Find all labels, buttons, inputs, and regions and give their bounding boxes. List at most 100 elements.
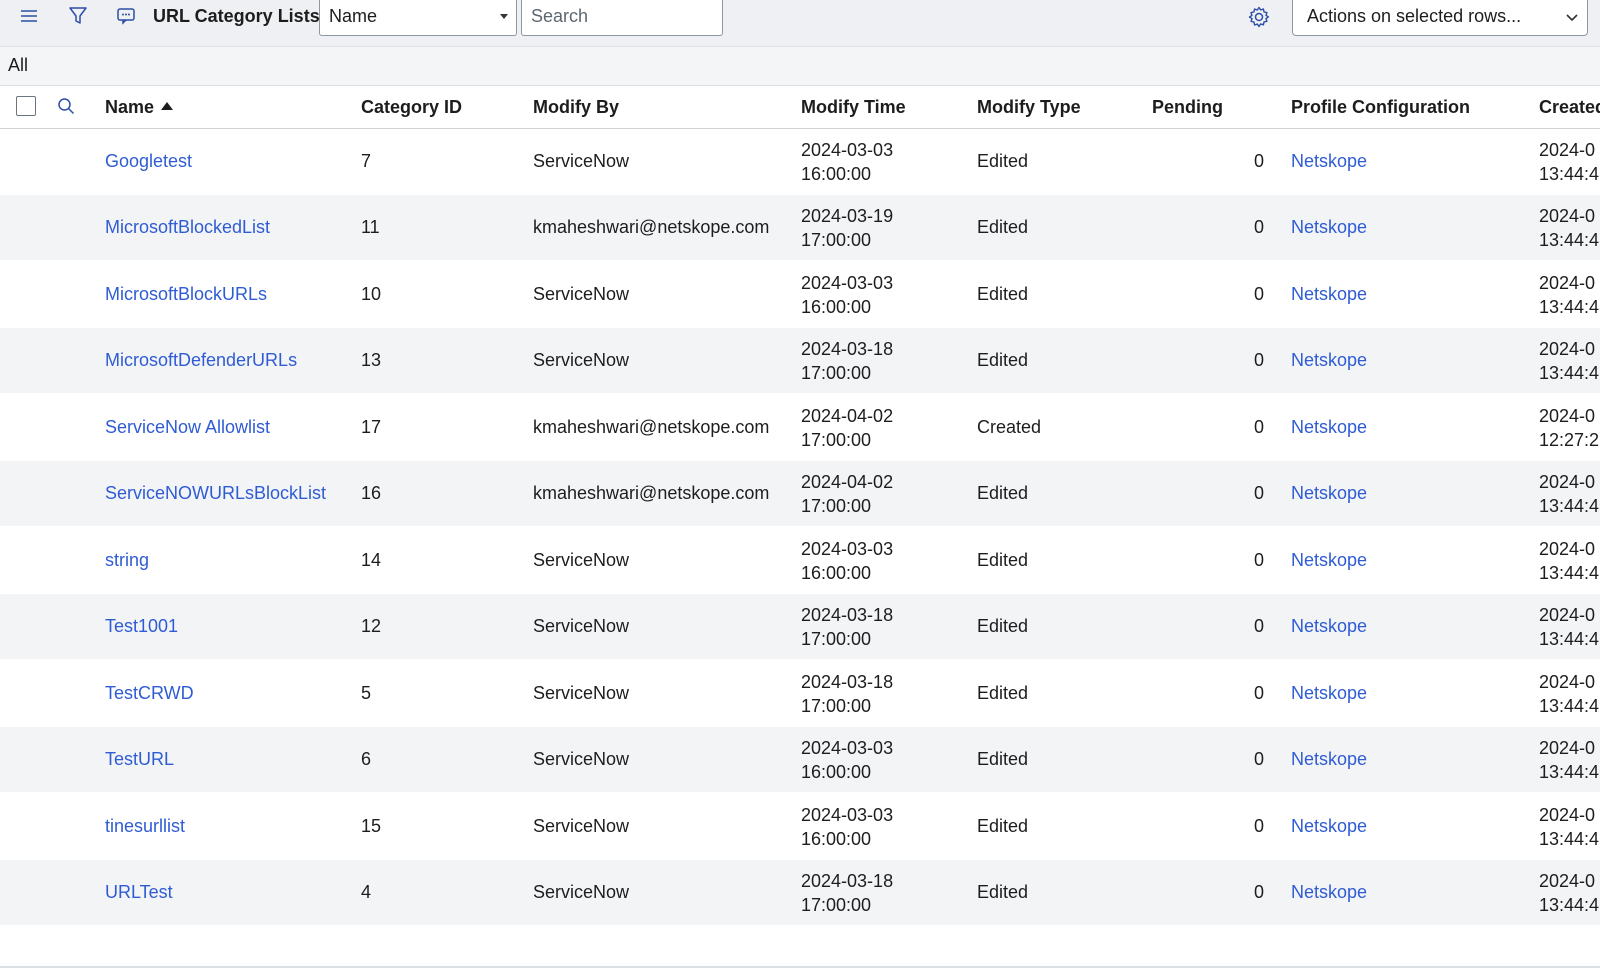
cell-pending: 0 bbox=[1253, 882, 1264, 902]
cell-modify-type: Edited bbox=[977, 283, 1029, 304]
cell-created-time: 13:44:4 bbox=[1539, 562, 1600, 583]
cell-modify-type: Created bbox=[977, 416, 1042, 437]
cell-name-link[interactable]: ServiceNow Allowlist bbox=[105, 417, 270, 438]
column-header-modify-time[interactable]: Modify Time bbox=[801, 97, 906, 118]
cell-name-link[interactable]: Test1001 bbox=[105, 616, 178, 637]
search-input[interactable]: Search bbox=[521, 0, 723, 36]
column-header-name[interactable]: Name bbox=[105, 97, 174, 118]
cell-name-link[interactable]: MicrosoftDefenderURLs bbox=[105, 350, 297, 371]
sort-ascending-icon bbox=[161, 102, 174, 110]
list-toolbar: URL Category Lists Name Search Actions o… bbox=[0, 0, 1600, 47]
cell-category-id: 6 bbox=[361, 749, 372, 769]
cell-created-time: 13:44:4 bbox=[1539, 762, 1600, 782]
cell-modify-time-date: 2024-03-18 bbox=[801, 871, 894, 891]
table-row[interactable]: TestCRWD 5 ServiceNow 2024-03-18 17:00:00 Edi… bbox=[0, 661, 1600, 726]
cell-name-link[interactable]: Googletest bbox=[105, 151, 192, 172]
table-row[interactable]: MicrosoftBlockedList 11 kmaheshwari@netsko… bbox=[0, 195, 1600, 260]
column-header-modify-type[interactable]: Modify Type bbox=[977, 97, 1081, 118]
cell-created-date: 2024-0 bbox=[1539, 804, 1596, 825]
table-row[interactable]: string 14 ServiceNow 2024-03-03 16:00:00 Edit… bbox=[0, 528, 1600, 593]
cell-name-link[interactable]: string bbox=[105, 550, 149, 571]
cell-created-date: 2024-0 bbox=[1539, 605, 1596, 625]
column-header-name-label: Name bbox=[105, 97, 155, 117]
cell-created-time: 13:44:4 bbox=[1539, 828, 1600, 849]
search-field-select[interactable]: Name bbox=[319, 0, 517, 36]
column-header-pending[interactable]: Pending bbox=[1152, 97, 1223, 118]
cell-modify-time-clock: 17:00:00 bbox=[801, 363, 872, 383]
hamburger-menu-icon[interactable] bbox=[17, 4, 41, 28]
table-row[interactable]: ServiceNOWURLsBlockList 16 kmaheshwari@net… bbox=[0, 461, 1600, 526]
cell-profile-link[interactable]: Netskope bbox=[1291, 483, 1367, 504]
table-row[interactable]: URLTest 4 ServiceNow 2024-03-18 17:00:00 Edit… bbox=[0, 860, 1600, 925]
cell-modify-by: ServiceNow bbox=[533, 749, 630, 769]
column-header-profile-configuration[interactable]: Profile Configuration bbox=[1291, 97, 1470, 118]
cell-created-time: 13:44:4 bbox=[1539, 629, 1600, 649]
cell-modify-time-date: 2024-03-18 bbox=[801, 605, 894, 625]
caret-down-icon bbox=[500, 14, 508, 19]
cell-profile-link[interactable]: Netskope bbox=[1291, 550, 1367, 571]
column-header-created[interactable]: Created bbox=[1539, 97, 1600, 118]
breadcrumb-all[interactable]: All bbox=[8, 55, 28, 76]
cell-modify-time-date: 2024-04-02 bbox=[801, 405, 894, 426]
table-row[interactable]: MicrosoftBlockURLs 10 ServiceNow 2024-03-03… bbox=[0, 262, 1600, 327]
cell-profile-link[interactable]: Netskope bbox=[1291, 749, 1367, 770]
table-row[interactable]: MicrosoftDefenderURLs 13 ServiceNow 2024-03… bbox=[0, 328, 1600, 393]
cell-name-link[interactable]: MicrosoftBlockedList bbox=[105, 217, 270, 238]
cell-created-time: 13:44:4 bbox=[1539, 296, 1600, 317]
cell-profile-link[interactable]: Netskope bbox=[1291, 882, 1367, 903]
cell-profile-link[interactable]: Netskope bbox=[1291, 284, 1367, 305]
comment-icon[interactable] bbox=[114, 4, 138, 28]
table-row[interactable]: Test1001 12 ServiceNow 2024-03-18 17:00:00 Ed… bbox=[0, 594, 1600, 659]
cell-profile-link[interactable]: Netskope bbox=[1291, 217, 1367, 238]
table-row[interactable]: ServiceNow Allowlist 17 kmaheshwari@netsko… bbox=[0, 395, 1600, 460]
cell-modify-time-clock: 16:00:00 bbox=[801, 296, 872, 317]
column-search-icon[interactable] bbox=[57, 97, 75, 120]
breadcrumb: All bbox=[0, 47, 1600, 86]
cell-created-time: 13:44:4 bbox=[1539, 163, 1600, 184]
cell-category-id: 11 bbox=[361, 217, 380, 237]
page-title: URL Category Lists bbox=[153, 6, 320, 26]
cell-modify-time-date: 2024-03-03 bbox=[801, 804, 894, 825]
cell-modify-by: ServiceNow bbox=[533, 549, 630, 570]
cell-modify-type: Edited bbox=[977, 549, 1029, 570]
filter-icon[interactable] bbox=[66, 4, 90, 28]
cell-profile-link[interactable]: Netskope bbox=[1291, 683, 1367, 704]
cell-profile-link[interactable]: Netskope bbox=[1291, 350, 1367, 371]
select-all-checkbox[interactable] bbox=[16, 96, 36, 116]
cell-created-time: 12:27:2 bbox=[1539, 429, 1600, 450]
cell-category-id: 17 bbox=[361, 416, 382, 437]
cell-profile-link[interactable]: Netskope bbox=[1291, 616, 1367, 637]
cell-modify-time-clock: 17:00:00 bbox=[801, 230, 872, 250]
cell-modify-type: Edited bbox=[977, 483, 1029, 503]
cell-created-time: 13:44:4 bbox=[1539, 363, 1600, 383]
cell-category-id: 10 bbox=[361, 283, 382, 304]
cell-name-link[interactable]: TestURL bbox=[105, 749, 174, 770]
column-header-category-id[interactable]: Category ID bbox=[361, 97, 462, 118]
table-row[interactable]: TestURL 6 ServiceNow 2024-03-03 16:00:00 Edit… bbox=[0, 727, 1600, 792]
cell-modify-type: Edited bbox=[977, 217, 1029, 237]
cell-name-link[interactable]: TestCRWD bbox=[105, 683, 194, 704]
cell-category-id: 15 bbox=[361, 815, 382, 836]
cell-name-link[interactable]: ServiceNOWURLsBlockList bbox=[105, 483, 326, 504]
cell-created-date: 2024-0 bbox=[1539, 738, 1596, 758]
cell-profile-link[interactable]: Netskope bbox=[1291, 151, 1367, 172]
cell-pending: 0 bbox=[1253, 682, 1264, 703]
cell-modify-by: kmaheshwari@netskope.com bbox=[533, 217, 770, 237]
cell-modify-by: ServiceNow bbox=[533, 150, 630, 171]
table-row[interactable]: tinesurllist 15 ServiceNow 2024-03-03 16:00:… bbox=[0, 794, 1600, 859]
cell-profile-link[interactable]: Netskope bbox=[1291, 816, 1367, 837]
cell-name-link[interactable]: tinesurllist bbox=[105, 816, 185, 837]
gear-icon[interactable] bbox=[1246, 4, 1272, 30]
cell-modify-time-clock: 16:00:00 bbox=[801, 828, 872, 849]
cell-name-link[interactable]: URLTest bbox=[105, 882, 173, 903]
column-header-modify-by[interactable]: Modify By bbox=[533, 97, 619, 118]
cell-modify-time-clock: 16:00:00 bbox=[801, 562, 872, 583]
actions-select[interactable]: Actions on selected rows... bbox=[1292, 0, 1588, 36]
cell-modify-time-clock: 16:00:00 bbox=[801, 762, 872, 782]
table-row[interactable]: Googletest 7 ServiceNow 2024-03-03 16:00:00 E… bbox=[0, 129, 1600, 194]
cell-profile-link[interactable]: Netskope bbox=[1291, 417, 1367, 438]
cell-pending: 0 bbox=[1253, 350, 1264, 370]
cell-modify-by: kmaheshwari@netskope.com bbox=[533, 483, 770, 503]
cell-name-link[interactable]: MicrosoftBlockURLs bbox=[105, 284, 267, 305]
cell-modify-time-clock: 17:00:00 bbox=[801, 895, 872, 915]
